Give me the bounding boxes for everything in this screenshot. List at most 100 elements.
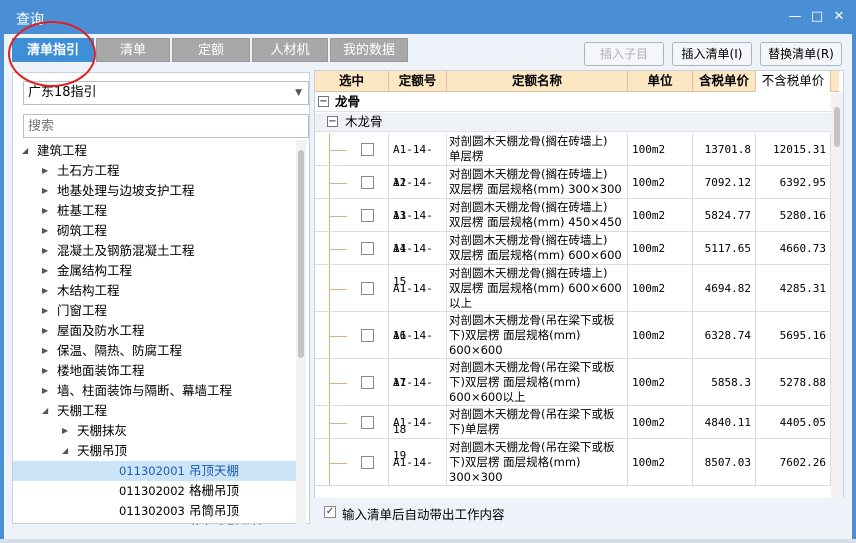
table-row[interactable]: A1-14-14 对剖圆木天棚龙骨(搁在砖墙上) 双层楞 面层规格(mm) 450×… — [315, 199, 831, 255]
tree-item-label: 混凝土及钢筋混凝土工程 — [57, 243, 195, 258]
col-header-notax-price[interactable]: 不含税单价 — [756, 71, 831, 92]
collapsed-arrow-icon[interactable]: ▶ — [42, 361, 52, 381]
tree-item[interactable]: ▶ 保温、隔热、防腐工程 — [13, 341, 299, 361]
row-checkbox[interactable] — [361, 176, 374, 189]
tab-my-data[interactable]: 我的数据 — [330, 38, 408, 62]
collapse-icon[interactable]: − — [327, 116, 338, 127]
tree-item[interactable]: 011302002 格栅吊顶 — [13, 481, 299, 501]
scrollbar-thumb[interactable] — [834, 107, 840, 147]
maximize-icon[interactable]: □ — [810, 10, 824, 24]
row-checkbox[interactable] — [361, 143, 374, 156]
tree-item[interactable]: ▶ 桩基工程 — [13, 201, 299, 221]
row-checkbox[interactable] — [361, 242, 374, 255]
replace-list-button[interactable]: 替换清单(R) — [760, 42, 842, 66]
guide-tree: ◢ 建筑工程 ▶ 土石方工程 ▶ 地基处理与边坡支护工程 ▶ 桩基工程 ▶ 砌筑工程 ▶ 混凝土及钢筋… — [13, 139, 299, 525]
tree-item[interactable]: ◢ 天棚工程 — [13, 401, 299, 421]
minimize-icon[interactable]: — — [788, 10, 802, 24]
quota-name-line: 双层楞 面层规格(mm) 300×300 — [449, 182, 622, 196]
tree-item[interactable]: ◢ 天棚吊顶 — [13, 441, 299, 461]
row-checkbox[interactable] — [361, 376, 374, 389]
tree-item[interactable]: ▶ 屋面及防水工程 — [13, 321, 299, 341]
insert-sub-button[interactable]: 插入子目 — [584, 42, 664, 66]
group-row[interactable]: − 龙骨 — [315, 93, 831, 112]
table-row[interactable]: A1-14-12 对剖圆木天棚龙骨(搁在砖墙上) 单层楞 100m2 13701.8 12… — [315, 133, 831, 189]
tree-item[interactable]: 011302001 吊顶天棚 — [13, 461, 299, 481]
auto-bring-checkbox[interactable]: ✓ — [324, 506, 336, 518]
tree-item[interactable]: ▶ 天棚抹灰 — [13, 421, 299, 441]
insert-list-button[interactable]: 插入清单(I) — [672, 42, 752, 66]
unit-cell: 100m2 — [628, 359, 693, 405]
collapsed-arrow-icon[interactable]: ▶ — [42, 381, 52, 401]
table-row[interactable]: A1-14-16 对剖圆木天棚龙骨(搁在砖墙上) 双层楞 面层规格(mm) 600×… — [315, 265, 831, 342]
col-header-name[interactable]: 定额名称 — [447, 71, 628, 92]
collapsed-arrow-icon[interactable]: ▶ — [42, 181, 52, 201]
title-bar[interactable]: 查询 — □ ✕ — [0, 0, 856, 34]
collapsed-arrow-icon[interactable]: ▶ — [42, 261, 52, 281]
tree-item[interactable]: ▶ 地基处理与边坡支护工程 — [13, 181, 299, 201]
tab-labor-material-machine[interactable]: 人材机 — [252, 38, 328, 62]
table-row[interactable]: A1-14-19 对剖圆木天棚龙骨(吊在梁下或板 下)单层楞 100m2 4840.11… — [315, 406, 831, 462]
tree-line — [329, 289, 347, 290]
row-checkbox[interactable] — [361, 329, 374, 342]
collapsed-arrow-icon[interactable]: ▶ — [42, 221, 52, 241]
table-row[interactable]: A1-14-20对剖圆木天棚龙骨(吊在梁下或板下)双层楞 面层规格(mm)300… — [315, 439, 831, 516]
tree-item[interactable]: ▶ 楼地面装饰工程 — [13, 361, 299, 381]
collapsed-arrow-icon[interactable]: ▶ — [42, 341, 52, 361]
col-header-tax-price[interactable]: 含税单价 — [693, 71, 756, 92]
quota-code-cell: A1-14-12 — [389, 133, 447, 189]
row-checkbox[interactable] — [361, 209, 374, 222]
grid-scrollbar[interactable] — [831, 93, 843, 525]
quota-name-line: 单层楞 — [449, 149, 484, 163]
unit-cell: 100m2 — [628, 232, 693, 264]
collapsed-arrow-icon[interactable]: ▶ — [42, 301, 52, 321]
collapsed-arrow-icon[interactable]: ▶ — [42, 321, 52, 341]
tree-item[interactable]: ▶ 金属结构工程 — [13, 261, 299, 281]
col-header-unit[interactable]: 单位 — [628, 71, 693, 92]
window-title: 查询 — [16, 12, 44, 28]
select-cell — [315, 359, 389, 405]
tree-item[interactable]: ▶ 混凝土及钢筋混凝土工程 — [13, 241, 299, 261]
tree-scrollbar[interactable] — [296, 140, 306, 524]
collapsed-arrow-icon[interactable]: ▶ — [62, 421, 72, 441]
guide-select[interactable]: 广东18指引 ▼ — [23, 81, 309, 105]
table-row[interactable]: A1-14-17 对剖圆木天棚龙骨(吊在梁下或板 下)双层楞 面层规格(mm) 600… — [315, 312, 831, 389]
scrollbar-thumb[interactable] — [298, 150, 304, 358]
tab-list[interactable]: 清单 — [96, 38, 170, 62]
search-input[interactable] — [23, 114, 309, 138]
tree-item[interactable]: ▶ 土石方工程 — [13, 161, 299, 181]
table-row[interactable]: A1-14-18 对剖圆木天棚龙骨(吊在梁下或板 下)双层楞 面层规格(mm) 600… — [315, 359, 831, 436]
collapsed-arrow-icon[interactable]: ▶ — [42, 281, 52, 301]
collapse-icon[interactable]: − — [318, 96, 329, 107]
chevron-down-icon[interactable]: ▼ — [295, 82, 302, 104]
col-header-code[interactable]: 定额号 — [389, 71, 447, 92]
quota-name-line: 下)单层楞 — [449, 422, 500, 436]
table-row[interactable]: A1-14-15 对剖圆木天棚龙骨(搁在砖墙上) 双层楞 面层规格(mm) 600×… — [315, 232, 831, 288]
tree-item[interactable]: 011302003 吊筒吊顶 — [13, 501, 299, 521]
notax-price-cell: 4405.05 — [756, 406, 831, 438]
expanded-arrow-icon[interactable]: ◢ — [62, 441, 72, 461]
expanded-arrow-icon[interactable]: ◢ — [42, 401, 52, 421]
col-header-selected[interactable]: 选中 — [315, 71, 389, 92]
collapsed-arrow-icon[interactable]: ▶ — [42, 201, 52, 221]
quota-name-line: 下)双层楞 面层规格(mm) — [449, 375, 581, 389]
quota-name-line: 双层楞 面层规格(mm) 600×600 — [449, 248, 622, 262]
expanded-arrow-icon[interactable]: ◢ — [22, 141, 32, 161]
row-checkbox[interactable] — [361, 456, 374, 469]
tab-quota[interactable]: 定额 — [172, 38, 250, 62]
close-icon[interactable]: ✕ — [832, 10, 846, 24]
tree-item[interactable]: ▶ 木结构工程 — [13, 281, 299, 301]
tree-item[interactable]: 011302004 藤条造型悬挂吊顶 — [13, 521, 299, 525]
notax-price-cell: 7602.26 — [756, 439, 831, 485]
row-checkbox[interactable] — [361, 282, 374, 295]
row-checkbox[interactable] — [361, 416, 374, 429]
tree-item[interactable]: ▶ 砌筑工程 — [13, 221, 299, 241]
quota-name-line: 300×300 — [449, 470, 503, 484]
table-row[interactable]: A1-14-13 对剖圆木天棚龙骨(搁在砖墙上) 双层楞 面层规格(mm) 300×… — [315, 166, 831, 222]
collapsed-arrow-icon[interactable]: ▶ — [42, 241, 52, 261]
tab-list-guide[interactable]: 清单指引 — [12, 38, 94, 62]
tree-item[interactable]: ▶ 门窗工程 — [13, 301, 299, 321]
tree-item[interactable]: ▶ 墙、柱面装饰与隔断、幕墙工程 — [13, 381, 299, 401]
tree-item[interactable]: ◢ 建筑工程 — [13, 141, 299, 161]
subgroup-row[interactable]: − 木龙骨 — [315, 113, 831, 132]
collapsed-arrow-icon[interactable]: ▶ — [42, 161, 52, 181]
